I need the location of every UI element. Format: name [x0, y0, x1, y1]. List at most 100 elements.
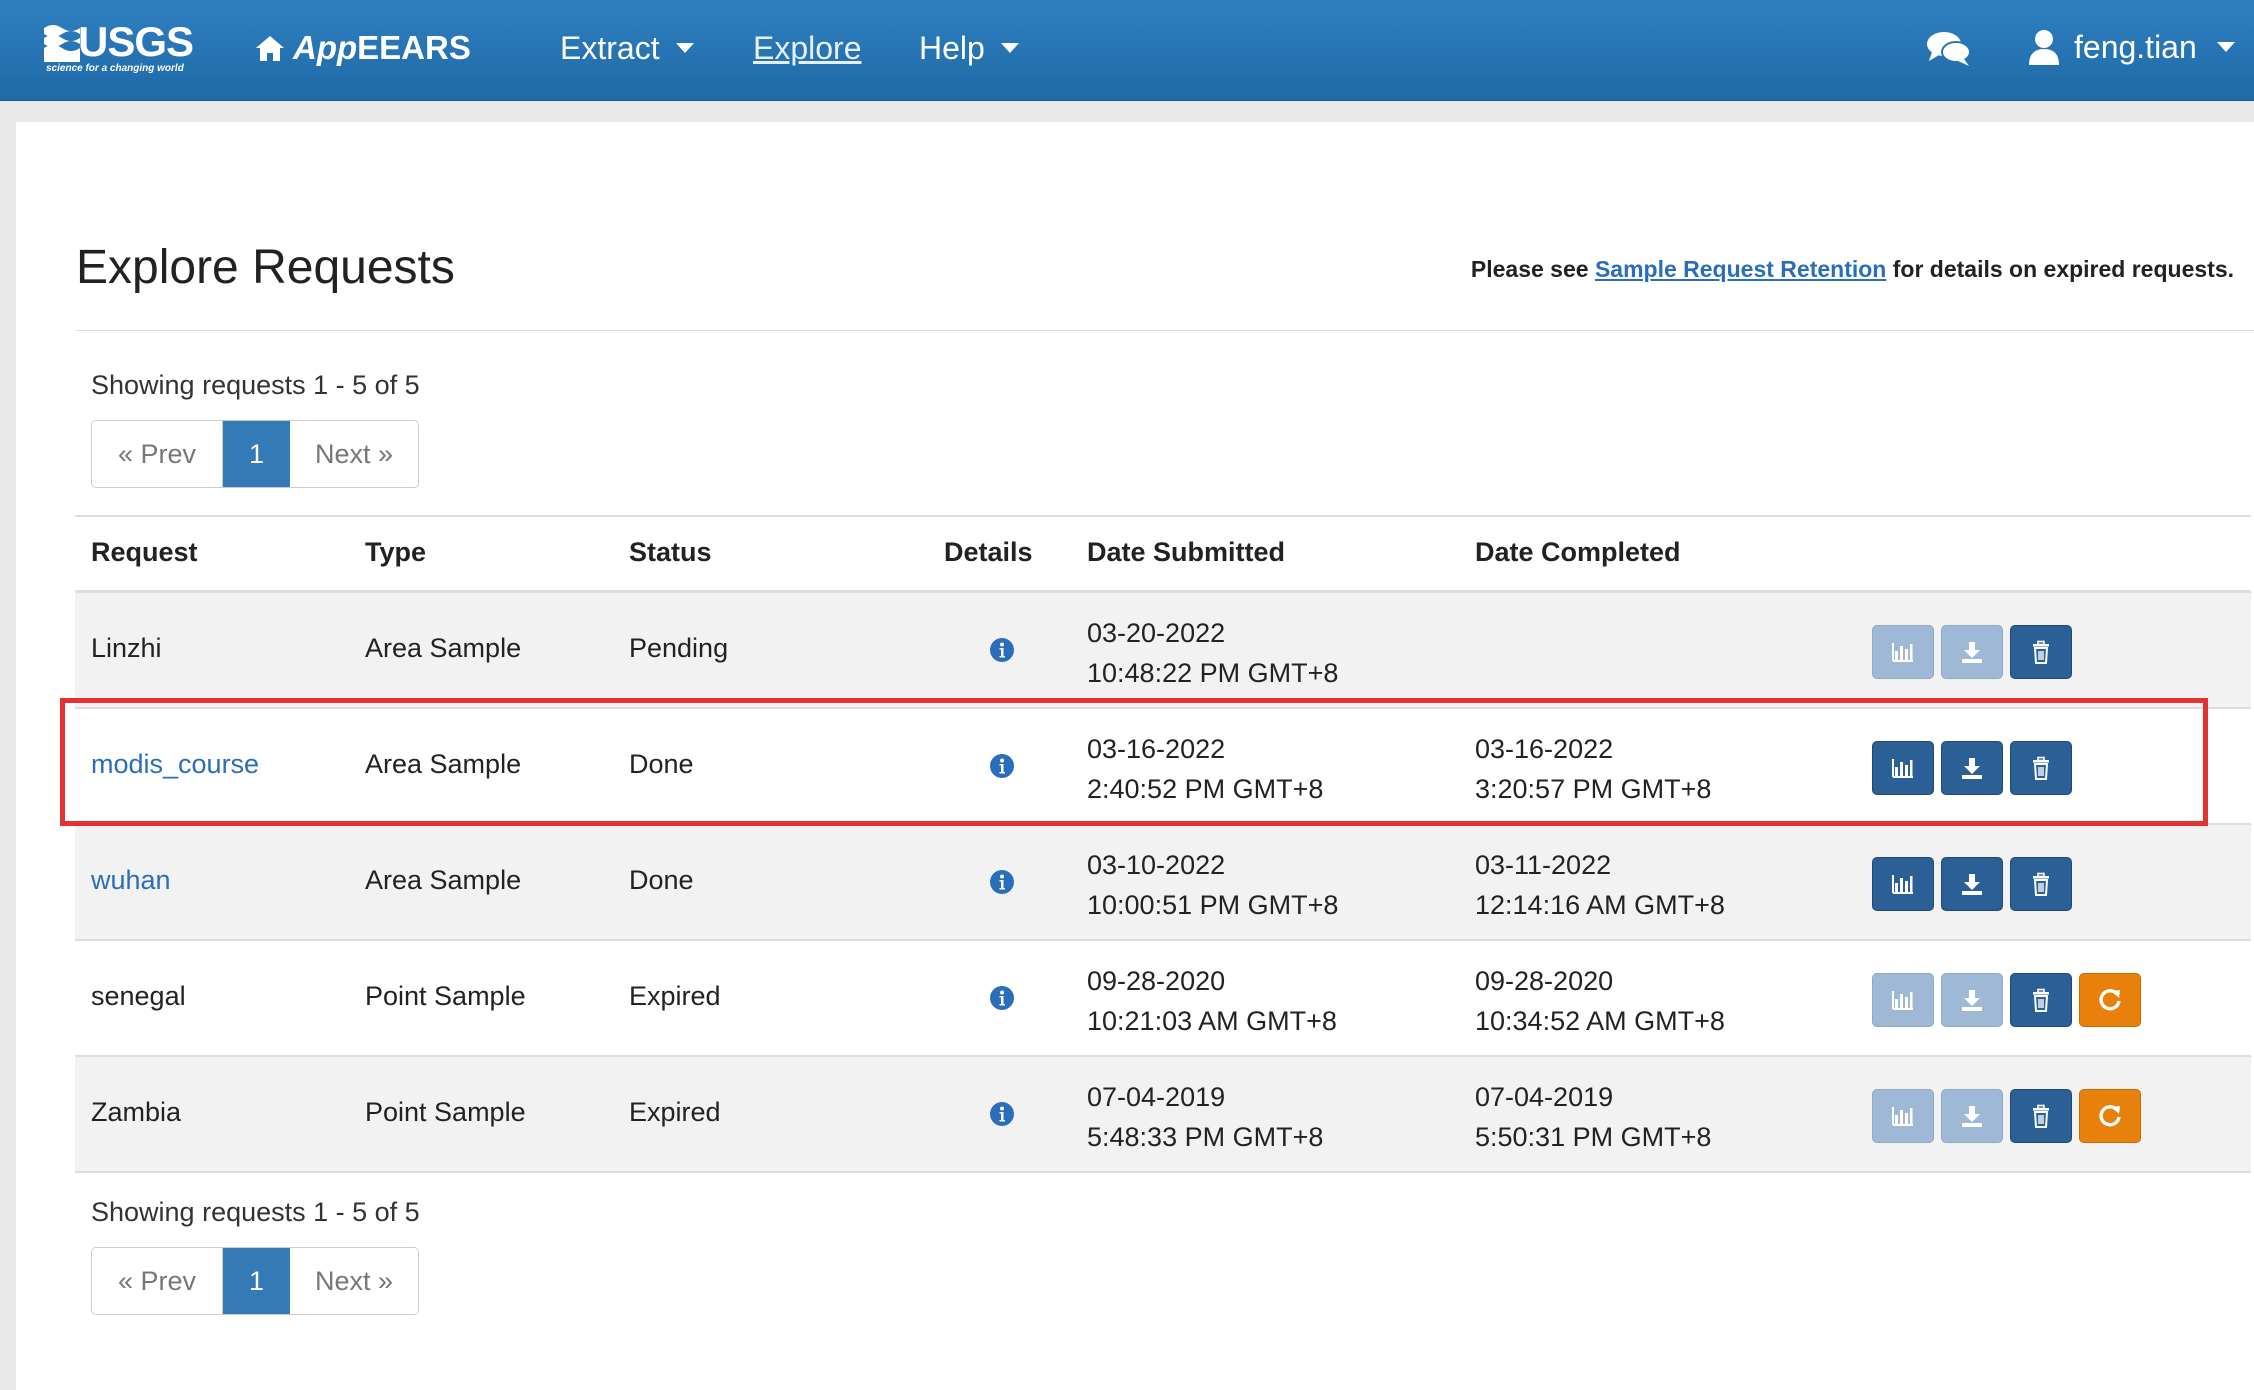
download-button[interactable] [1941, 857, 2003, 911]
prev-page-button[interactable]: « Prev [92, 1248, 223, 1314]
date-submitted-time: 10:21:03 AM GMT+8 [1087, 1006, 1337, 1036]
download-button[interactable] [1941, 741, 2003, 795]
date-completed-time: 10:34:52 AM GMT+8 [1475, 1006, 1725, 1036]
date-completed-date: 03-16-2022 [1475, 734, 1614, 764]
retention-note-prefix: Please see [1470, 256, 1595, 282]
restart-button[interactable] [2079, 1089, 2141, 1143]
bar-chart-icon [1890, 639, 1916, 665]
chat-bubbles-icon[interactable] [1926, 30, 1972, 68]
nav-extract-dropdown[interactable]: Extract [560, 26, 694, 70]
user-icon [2029, 30, 2059, 65]
row-actions [1872, 1089, 2141, 1143]
table-body: Linzhi Area Sample Pending 03-20-2022 10:48:… [75, 593, 2251, 1173]
top-navbar: USGS science for a changing world App EEA… [0, 0, 2254, 101]
info-icon[interactable] [989, 869, 1015, 895]
delete-button[interactable] [2010, 625, 2072, 679]
showing-requests-top: Showing requests 1 - 5 of 5 [91, 370, 420, 400]
view-chart-button[interactable] [1872, 973, 1934, 1027]
request-name-link[interactable]: modis_course [91, 749, 259, 780]
date-submitted-time: 10:48:22 PM GMT+8 [1087, 658, 1339, 688]
request-type: Point Sample [365, 1097, 526, 1127]
next-page-button[interactable]: Next » [290, 421, 418, 487]
delete-button[interactable] [2010, 741, 2072, 795]
page-title: Explore Requests [76, 241, 455, 294]
sample-request-retention-link[interactable]: Sample Request Retention [1595, 256, 1886, 282]
view-chart-button[interactable] [1872, 1089, 1934, 1143]
prev-page-button[interactable]: « Prev [92, 421, 223, 487]
request-status: Done [629, 749, 694, 779]
showing-requests-bottom: Showing requests 1 - 5 of 5 [91, 1197, 420, 1227]
info-icon[interactable] [989, 753, 1015, 779]
bar-chart-icon [1890, 1103, 1916, 1129]
download-icon [1959, 755, 1985, 781]
main-panel: Explore Requests Please see Sample Reque… [16, 122, 2254, 1390]
retention-note: Please see Sample Request Retention for … [1471, 256, 2234, 283]
request-name: Linzhi [91, 633, 162, 663]
date-completed-time: 3:20:57 PM GMT+8 [1475, 774, 1712, 804]
delete-button[interactable] [2010, 857, 2072, 911]
chevron-down-icon [675, 43, 694, 53]
info-icon[interactable] [989, 985, 1015, 1011]
download-button[interactable] [1941, 625, 2003, 679]
download-button[interactable] [1941, 973, 2003, 1027]
header-request: Request [91, 537, 198, 567]
request-name-link[interactable]: wuhan [91, 865, 171, 896]
row-actions [1872, 625, 2072, 679]
nav-explore-link[interactable]: Explore [753, 26, 862, 70]
restart-icon [2097, 987, 2123, 1013]
restart-button[interactable] [2079, 973, 2141, 1027]
nav-help-label: Help [919, 29, 985, 66]
download-button[interactable] [1941, 1089, 2003, 1143]
trash-icon [2028, 755, 2054, 781]
delete-button[interactable] [2010, 1089, 2072, 1143]
table-header: Request Type Status Details Date Submitt… [75, 515, 2251, 593]
table-row: Linzhi Area Sample Pending 03-20-2022 10:48:… [75, 593, 2251, 709]
header-date-submitted: Date Submitted [1087, 537, 1286, 567]
request-type: Area Sample [365, 633, 522, 663]
appeears-brand[interactable]: App EEARS [255, 26, 471, 70]
info-icon[interactable] [989, 1101, 1015, 1127]
delete-button[interactable] [2010, 973, 2072, 1027]
page-1-button[interactable]: 1 [223, 1248, 290, 1314]
date-submitted-time: 5:48:33 PM GMT+8 [1087, 1122, 1324, 1152]
restart-icon [2097, 1103, 2123, 1129]
date-submitted-time: 2:40:52 PM GMT+8 [1087, 774, 1324, 804]
title-divider [76, 330, 2254, 331]
download-icon [1959, 871, 1985, 897]
table-row: senegal Point Sample Expired 09-28-2020 10:2… [75, 941, 2251, 1057]
trash-icon [2028, 639, 2054, 665]
date-submitted-time: 10:00:51 PM GMT+8 [1087, 890, 1339, 920]
chevron-down-icon [1000, 43, 1019, 53]
user-menu-dropdown[interactable]: feng.tian [2028, 24, 2235, 70]
download-icon [1959, 639, 1985, 665]
view-chart-button[interactable] [1872, 857, 1934, 911]
brand-eears-text: EEARS [357, 29, 471, 66]
nav-extract-label: Extract [560, 29, 660, 66]
info-icon[interactable] [989, 637, 1015, 663]
next-page-button[interactable]: Next » [290, 1248, 418, 1314]
date-completed: 03-16-2022 3:20:57 PM GMT+8 [1475, 729, 1711, 809]
usgs-wave-icon [44, 25, 80, 62]
pagination-bottom: « Prev 1 Next » [91, 1247, 419, 1315]
header-status: Status [629, 537, 712, 567]
usgs-logo[interactable]: USGS science for a changing world [44, 20, 194, 75]
date-submitted-date: 09-28-2020 [1087, 966, 1226, 996]
request-name: senegal [91, 981, 186, 1011]
date-completed: 09-28-2020 10:34:52 AM GMT+8 [1475, 961, 1725, 1041]
view-chart-button[interactable] [1872, 625, 1934, 679]
date-submitted-date: 03-10-2022 [1087, 850, 1226, 880]
date-completed-date: 09-28-2020 [1475, 966, 1614, 996]
page-1-button[interactable]: 1 [223, 421, 290, 487]
download-icon [1959, 1103, 1985, 1129]
date-submitted: 07-04-2019 5:48:33 PM GMT+8 [1087, 1077, 1323, 1157]
trash-icon [2028, 1103, 2054, 1129]
trash-icon [2028, 871, 2054, 897]
retention-note-suffix: for details on expired requests. [1886, 256, 2234, 282]
pagination-top: « Prev 1 Next » [91, 420, 419, 488]
date-completed-date: 03-11-2022 [1475, 850, 1612, 880]
date-submitted-date: 03-20-2022 [1087, 618, 1226, 648]
view-chart-button[interactable] [1872, 741, 1934, 795]
request-status: Pending [629, 633, 729, 663]
nav-help-dropdown[interactable]: Help [919, 26, 1019, 70]
request-type: Area Sample [365, 865, 522, 895]
